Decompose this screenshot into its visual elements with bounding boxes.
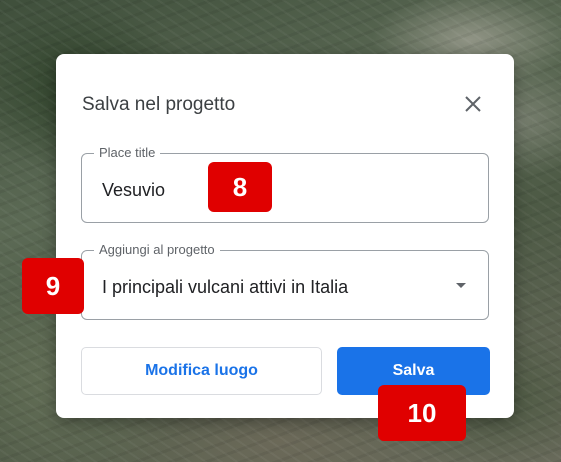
place-title-value: Vesuvio: [102, 180, 166, 200]
caret-down-icon: [456, 283, 466, 288]
close-icon[interactable]: [461, 92, 485, 116]
dialog-title: Salva nel progetto: [82, 94, 236, 115]
save-to-project-dialog: Salva nel progetto Place title Vesuvio A…: [56, 54, 514, 418]
place-title-field[interactable]: Place title Vesuvio: [81, 145, 489, 223]
annotation-marker-9: 9: [22, 258, 84, 314]
edit-place-button[interactable]: Modifica luogo: [81, 347, 322, 395]
annotation-marker-10: 10: [378, 385, 466, 441]
project-select-value: I principali vulcani attivi in Italia: [102, 277, 349, 297]
project-select-label: Aggiungi al progetto: [94, 242, 220, 257]
project-select[interactable]: Aggiungi al progetto I principali vulcan…: [81, 242, 489, 320]
annotation-marker-8: 8: [208, 162, 272, 212]
place-title-label: Place title: [94, 145, 161, 160]
